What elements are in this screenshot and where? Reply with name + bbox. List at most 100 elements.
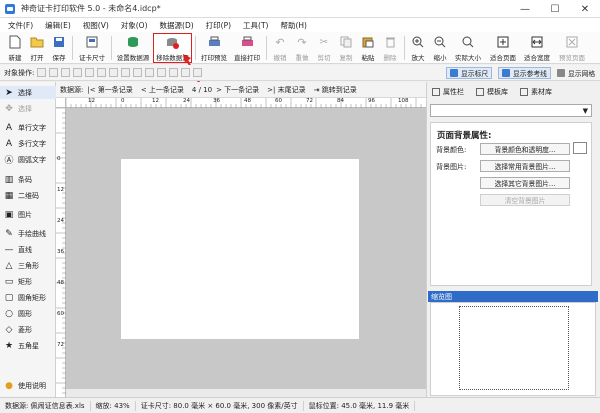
undo-button[interactable]: ↶ 撤销 bbox=[270, 33, 290, 63]
cut-button[interactable]: ✂ 剪切 bbox=[314, 33, 334, 63]
next-record-button[interactable]: > 下一条记录 bbox=[216, 85, 263, 95]
distribute-icon[interactable] bbox=[109, 68, 119, 77]
jump-record-button[interactable]: ⇥ 跳转到记录 bbox=[314, 85, 361, 95]
direct-print-button[interactable]: 直接打印 bbox=[231, 33, 263, 63]
object-select-dropdown[interactable]: ▼ bbox=[430, 104, 592, 117]
menu-view[interactable]: 视图(V) bbox=[77, 20, 115, 31]
align-right-icon[interactable] bbox=[61, 68, 71, 77]
tool-multi-text[interactable]: A 多行文字 bbox=[0, 137, 56, 150]
tool-circle[interactable]: ○ 圆形 bbox=[0, 307, 56, 320]
close-button[interactable]: ✕ bbox=[570, 0, 600, 18]
menu-help[interactable]: 帮助(H) bbox=[274, 20, 313, 31]
tool-star[interactable]: ★ 五角星 bbox=[0, 339, 56, 352]
tool-arc-text[interactable]: Ⓐ 圆弧文字 bbox=[0, 153, 56, 167]
tool-select[interactable]: ➤ 选择 bbox=[0, 86, 56, 99]
align-middle-icon[interactable] bbox=[85, 68, 95, 77]
tool-diamond[interactable]: ◇ 菱形 bbox=[0, 323, 56, 336]
actual-size-button[interactable]: 实际大小 bbox=[452, 33, 484, 63]
title-bar: 神奇证卡打印软件 5.0 - 未命名4.idcp* — ☐ ✕ bbox=[0, 0, 600, 18]
card-size-icon bbox=[85, 35, 99, 49]
horizontal-scrollbar[interactable] bbox=[66, 389, 426, 397]
select-other-bg-button[interactable]: 选择其它背景图片... bbox=[480, 177, 570, 189]
same-size-icon[interactable] bbox=[121, 68, 131, 77]
fit-width-button[interactable]: 适合宽度 bbox=[521, 33, 553, 63]
tool-select-2[interactable]: ✥ 选择 bbox=[0, 102, 56, 115]
align-top-icon[interactable] bbox=[73, 68, 83, 77]
zoom-in-button[interactable]: 放大 bbox=[408, 33, 428, 63]
fit-page-button[interactable]: 适合页面 bbox=[487, 33, 519, 63]
chevron-down-icon: ▼ bbox=[582, 107, 588, 115]
last-record-button[interactable]: >| 末尾记录 bbox=[267, 85, 309, 95]
copy-label: 复制 bbox=[339, 54, 353, 62]
rectangle-icon: ▭ bbox=[4, 276, 14, 287]
tool-rounded-rect[interactable]: ▢ 圆角矩形 bbox=[0, 291, 56, 304]
minimize-button[interactable]: — bbox=[510, 0, 540, 18]
tab-properties[interactable]: 属性栏 bbox=[432, 86, 464, 98]
tool-image[interactable]: ▣ 图片 bbox=[0, 208, 56, 221]
tool-line[interactable]: — 直线 bbox=[0, 243, 56, 256]
pencil-icon: ✎ bbox=[5, 228, 13, 239]
paste-button[interactable]: 粘贴 bbox=[358, 33, 378, 63]
ungroup-icon[interactable] bbox=[169, 68, 179, 77]
show-ruler-toggle[interactable]: 显示标尺 bbox=[446, 67, 493, 79]
tool-label: 二维码 bbox=[18, 191, 39, 200]
tool-single-text[interactable]: A 单行文字 bbox=[0, 121, 56, 134]
prevpage-label: 预览页面 bbox=[559, 54, 585, 62]
bg-color-button[interactable]: 背景颜色和透明度... bbox=[480, 143, 570, 155]
cardsize-button[interactable]: 证卡尺寸 bbox=[76, 33, 108, 63]
select-common-bg-button[interactable]: 选择常用背景图片... bbox=[480, 160, 570, 172]
clear-bg-button[interactable]: 清空背景图片 bbox=[480, 194, 570, 206]
menu-print[interactable]: 打印(P) bbox=[200, 20, 237, 31]
set-datasource-button[interactable]: 设置数据源 bbox=[115, 33, 151, 63]
tool-qrcode[interactable]: ▦ 二维码 bbox=[0, 189, 56, 202]
new-button[interactable]: 新建 bbox=[4, 33, 26, 63]
toolbar-separator bbox=[111, 36, 112, 60]
vertical-ruler[interactable]: 0 12 24 36 48 60 72 bbox=[56, 108, 66, 397]
horizontal-ruler[interactable]: 12 0 12 24 36 48 60 72 84 96 108 bbox=[66, 98, 426, 108]
circle-icon: ○ bbox=[5, 308, 13, 319]
menu-edit[interactable]: 编辑(E) bbox=[39, 20, 77, 31]
tab-templates[interactable]: 模板库 bbox=[476, 86, 508, 98]
maximize-button[interactable]: ☐ bbox=[540, 0, 570, 18]
tool-rectangle[interactable]: ▭ 矩形 bbox=[0, 275, 56, 288]
preview-page-button[interactable]: 预览页面 bbox=[556, 33, 588, 63]
menu-datasource[interactable]: 数据源(D) bbox=[154, 20, 200, 31]
lock-icon[interactable] bbox=[181, 68, 191, 77]
send-back-icon[interactable] bbox=[145, 68, 155, 77]
menu-tools[interactable]: 工具(T) bbox=[237, 20, 274, 31]
bring-front-icon[interactable] bbox=[133, 68, 143, 77]
tab-materials[interactable]: 素材库 bbox=[520, 86, 552, 98]
tool-label: 五角星 bbox=[18, 341, 39, 350]
card-page[interactable] bbox=[121, 159, 359, 339]
first-record-button[interactable]: |< 第一条记录 bbox=[87, 85, 136, 95]
main-toolbar: 新建 打开 保存 证卡尺寸 设置数据源 移除数据源 打印预览 直接打印 ↶ 撤销… bbox=[0, 32, 600, 64]
status-zoom: 缩放: 43% bbox=[91, 400, 136, 411]
redo-button[interactable]: ↷ 重做 bbox=[292, 33, 312, 63]
save-button[interactable]: 保存 bbox=[49, 33, 69, 63]
show-grid-toggle[interactable]: 显示网格 bbox=[554, 67, 598, 79]
tool-triangle[interactable]: △ 三角形 bbox=[0, 259, 56, 272]
group-icon[interactable] bbox=[157, 68, 167, 77]
menu-object[interactable]: 对象(O) bbox=[115, 20, 154, 31]
delete-button[interactable]: 删除 bbox=[380, 33, 400, 63]
toolbar-separator bbox=[266, 36, 267, 60]
unlock-icon[interactable] bbox=[193, 68, 203, 77]
ruler-tick-label: 12 bbox=[88, 98, 95, 104]
show-guides-toggle[interactable]: 显示参考线 bbox=[498, 67, 551, 79]
zoom-out-button[interactable]: 缩小 bbox=[430, 33, 450, 63]
menu-file[interactable]: 文件(F) bbox=[2, 20, 39, 31]
copy-button[interactable]: 复制 bbox=[336, 33, 356, 63]
bg-color-swatch[interactable] bbox=[573, 142, 587, 154]
align-center-icon[interactable] bbox=[49, 68, 59, 77]
next-record-label: 下一条记录 bbox=[224, 85, 260, 94]
thumbnail-card[interactable] bbox=[459, 306, 569, 390]
tool-barcode[interactable]: ▥ 条码 bbox=[0, 173, 56, 186]
tool-label: 选择 bbox=[18, 88, 32, 97]
tool-freehand[interactable]: ✎ 手绘曲线 bbox=[0, 227, 56, 240]
status-card-size: 证卡尺寸: 80.0 毫米 × 60.0 毫米, 300 像素/英寸 bbox=[136, 400, 304, 411]
align-bottom-icon[interactable] bbox=[97, 68, 107, 77]
open-button[interactable]: 打开 bbox=[27, 33, 47, 63]
help-button[interactable]: ● 使用说明 bbox=[0, 379, 56, 392]
prev-record-button[interactable]: < 上一条记录 bbox=[141, 85, 188, 95]
align-left-icon[interactable] bbox=[37, 68, 47, 77]
